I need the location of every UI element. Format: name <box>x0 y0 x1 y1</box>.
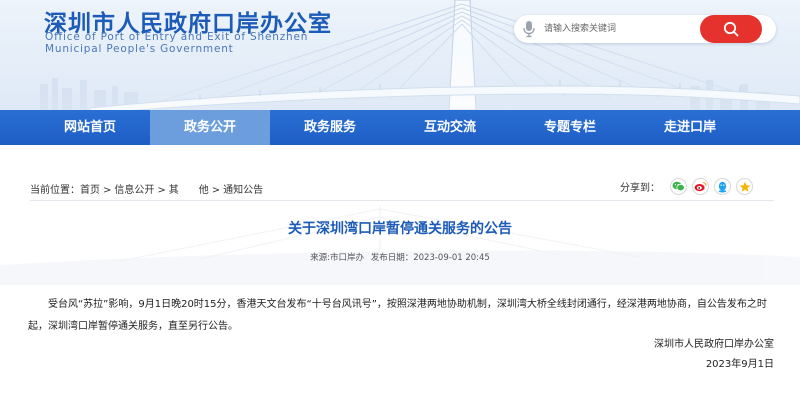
breadcrumb-home[interactable]: 首页 <box>80 181 100 196</box>
article-body: 受台风“苏拉”影响，9月1日晚20时15分，香港天文台发布“十号台风讯号”，按照… <box>28 299 767 332</box>
breadcrumb-other[interactable]: 其 他 <box>169 181 209 196</box>
search-icon <box>723 21 739 37</box>
article-date: 发布日期：2023-09-01 20:45 <box>370 253 490 263</box>
nav-item-home[interactable]: 网站首页 <box>30 110 150 145</box>
breadcrumb-info-disclosure[interactable]: 信息公开 <box>114 181 154 196</box>
nav-item-special-topics[interactable]: 专题专栏 <box>510 110 630 145</box>
nav-item-government-affairs-open[interactable]: 政务公开 <box>150 110 270 145</box>
search-button[interactable] <box>700 15 762 43</box>
microphone-icon[interactable] <box>522 20 536 38</box>
article-signature-date: 2023年9月1日 <box>705 359 774 370</box>
breadcrumb-separator: > <box>103 185 112 196</box>
nav-item-about-ports[interactable]: 走进口岸 <box>630 110 750 145</box>
site-title-english-line1: Office of Port of Entry and Exit of Shen… <box>45 31 309 43</box>
nav-item-interaction[interactable]: 互动交流 <box>390 110 510 145</box>
weibo-icon[interactable] <box>692 178 709 195</box>
wechat-icon[interactable] <box>670 178 687 195</box>
breadcrumb-separator: > <box>211 185 221 196</box>
site-title-english-line2: Municipal People's Government <box>45 43 234 55</box>
qq-icon[interactable] <box>714 178 731 195</box>
search-bar <box>514 15 776 43</box>
breadcrumb-prefix: 当前位置： <box>30 185 80 196</box>
site-header: 深圳市人民政府口岸办公室 Office of Port of Entry and… <box>0 0 800 110</box>
breadcrumb-notices[interactable]: 通知公告 <box>223 181 263 196</box>
article-meta: 来源:市口岸办 发布日期：2023-09-01 20:45 <box>0 251 800 263</box>
breadcrumb: 当前位置：首页 > 信息公开 > 其 他 > 通知公告 <box>30 181 263 196</box>
search-input[interactable] <box>544 19 702 39</box>
qzone-icon[interactable] <box>736 178 753 195</box>
page: 深圳市人民政府口岸办公室 Office of Port of Entry and… <box>0 0 800 409</box>
article-signature-org: 深圳市人民政府口岸办公室 <box>654 339 774 350</box>
share-label: 分享到： <box>620 183 660 194</box>
share-bar: 分享到： <box>620 178 758 195</box>
breadcrumb-separator: > <box>157 185 166 196</box>
article-title: 关于深圳湾口岸暂停通关服务的公告 <box>288 221 512 237</box>
main-navigation: 网站首页 政务公开 政务服务 互动交流 专题专栏 走进口岸 <box>0 110 800 145</box>
article-source: 来源:市口岸办 <box>310 253 365 263</box>
breadcrumb-divider <box>30 200 774 201</box>
nav-item-government-services[interactable]: 政务服务 <box>270 110 390 145</box>
